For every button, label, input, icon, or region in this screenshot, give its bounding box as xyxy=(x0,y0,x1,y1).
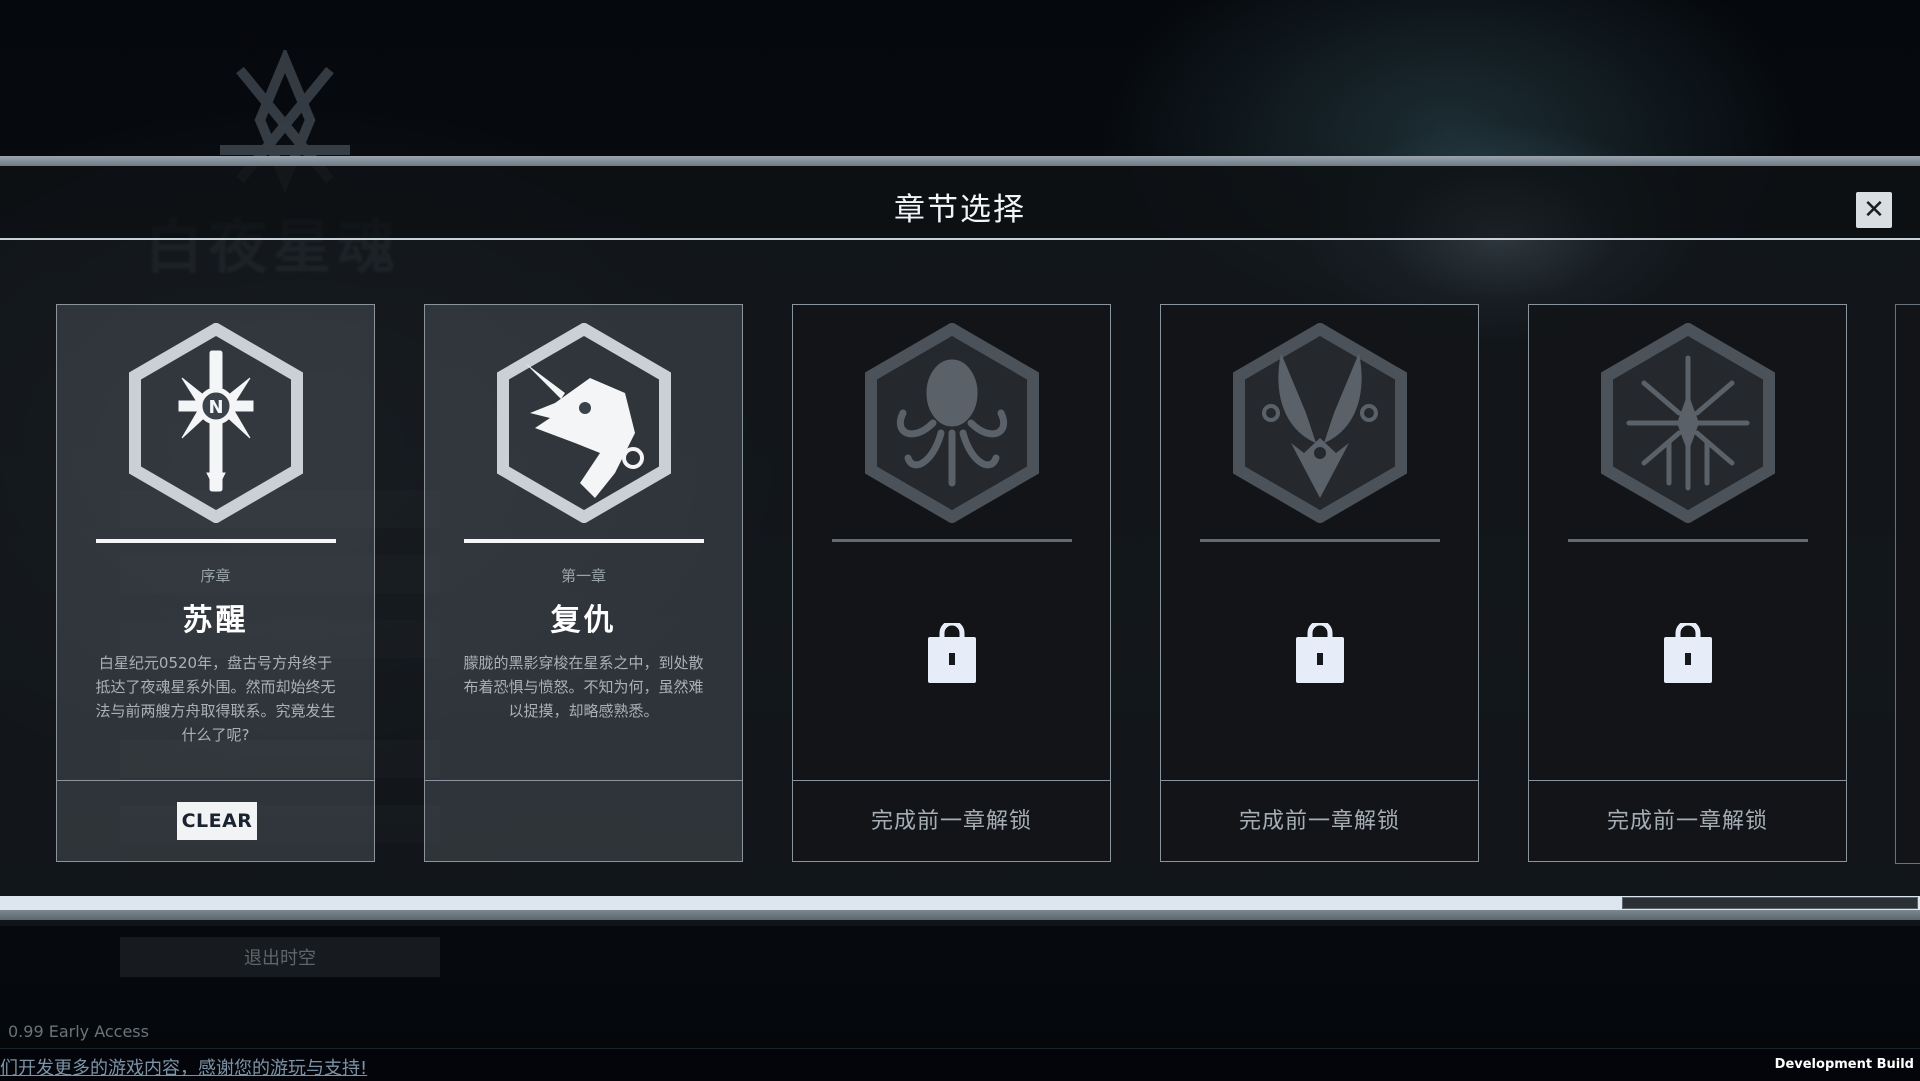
chapter-scrollbar-thumb[interactable] xyxy=(1622,897,1918,909)
chapter-card-3-locked[interactable]: 完成前一章解锁 xyxy=(1160,304,1479,862)
version-label: 0.99 Early Access xyxy=(8,1022,149,1041)
announcement-bar: 们开发更多的游戏内容，感谢您的游玩与支持! Development Build xyxy=(0,1048,1920,1081)
dev-build-label: Development Build xyxy=(1774,1057,1914,1072)
unlock-hint: 完成前一章解锁 xyxy=(870,809,1032,834)
compass-sword-emblem-icon: N xyxy=(129,323,303,523)
lock-icon xyxy=(1296,623,1344,683)
chapter-label: 序章 xyxy=(200,567,231,585)
announcement-text[interactable]: 们开发更多的游戏内容，感谢您的游玩与支持! xyxy=(0,1054,367,1080)
horned-beast-emblem-icon xyxy=(1233,323,1407,523)
card-divider xyxy=(96,539,336,543)
chapter-name: 复仇 xyxy=(550,603,617,638)
close-button[interactable]: ✕ xyxy=(1856,192,1892,228)
chapter-scrollbar[interactable] xyxy=(0,896,1920,910)
chapter-card-next-partial[interactable] xyxy=(1895,304,1920,864)
clear-badge: CLEAR xyxy=(177,802,257,840)
chapter-card-1[interactable]: 第一章 复仇 朦胧的黑影穿梭在星系之中，到处散布着恐惧与愤怒。不知为何，虽然难以… xyxy=(424,304,743,862)
chapter-name: 苏醒 xyxy=(182,603,249,638)
unlock-hint: 完成前一章解锁 xyxy=(1606,809,1768,834)
card-footer: 完成前一章解锁 xyxy=(793,780,1110,861)
svg-text:N: N xyxy=(208,397,223,418)
card-footer: 完成前一章解锁 xyxy=(1161,780,1478,861)
modal-title: 章节选择 xyxy=(894,192,1026,228)
card-divider xyxy=(464,539,704,543)
unicorn-dragon-emblem-icon xyxy=(497,323,671,523)
modal-top-border xyxy=(0,156,1920,166)
lock-icon xyxy=(928,623,976,683)
chapter-description: 朦胧的黑影穿梭在星系之中，到处散布着恐惧与愤怒。不知为何，虽然难以捉摸，却略感熟… xyxy=(463,654,704,720)
lock-icon xyxy=(1664,623,1712,683)
modal-header: 章节选择 ✕ xyxy=(0,166,1920,240)
octopus-emblem-icon xyxy=(865,323,1039,523)
chapter-label: 第一章 xyxy=(560,567,606,585)
card-footer xyxy=(425,780,742,861)
modal-bottom-border xyxy=(0,910,1920,920)
chapter-card-4-locked[interactable]: 完成前一章解锁 xyxy=(1528,304,1847,862)
card-footer: 完成前一章解锁 xyxy=(1529,780,1846,861)
close-icon: ✕ xyxy=(1863,195,1885,225)
exit-button-label: 退出时空 xyxy=(244,948,316,969)
unlock-hint: 完成前一章解锁 xyxy=(1238,809,1400,834)
chapter-card-prologue[interactable]: N 序章 苏醒 白星纪元0520年，盘古号方舟终于抵达了夜魂星系外围。然而却始终… xyxy=(56,304,375,862)
card-footer: CLEAR xyxy=(57,780,374,861)
card-divider xyxy=(832,539,1072,542)
chapter-card-2-locked[interactable]: 完成前一章解锁 xyxy=(792,304,1111,862)
spider-emblem-icon xyxy=(1601,323,1775,523)
card-divider xyxy=(1568,539,1808,542)
chapter-description: 白星纪元0520年，盘古号方舟终于抵达了夜魂星系外围。然而却始终无法与前两艘方舟… xyxy=(95,654,336,744)
exit-button[interactable]: 退出时空 xyxy=(120,937,440,977)
card-divider xyxy=(1200,539,1440,542)
